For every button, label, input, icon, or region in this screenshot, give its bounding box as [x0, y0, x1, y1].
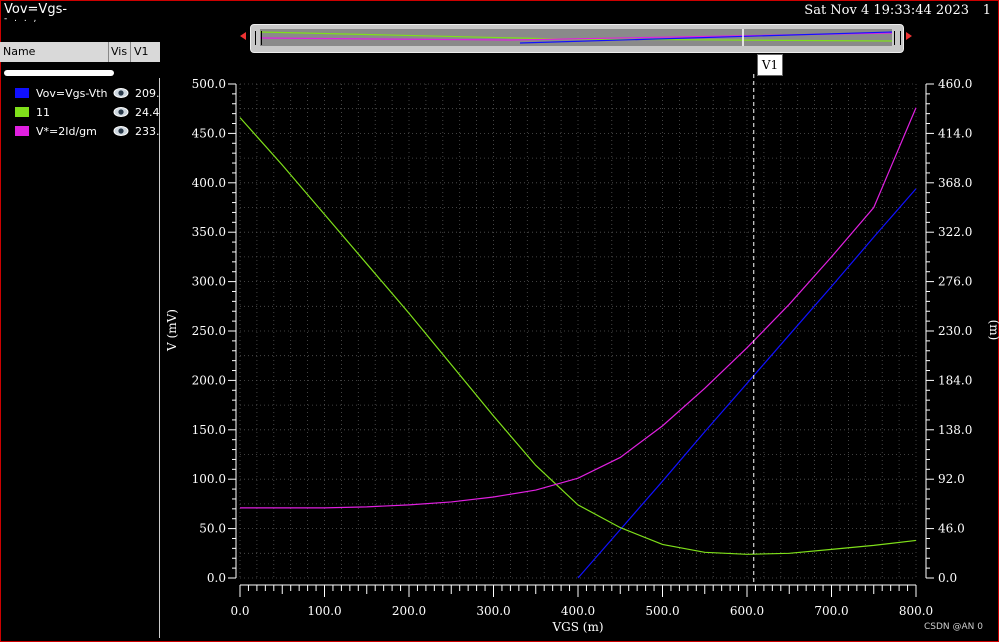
- y-left-tick-label: 500.0: [192, 77, 226, 91]
- y-left-tick-label: 200.0: [192, 373, 226, 387]
- y-right-tick-label: 460.0: [938, 77, 972, 91]
- y-right-tick-label: 46.0: [938, 522, 965, 536]
- x-tick-label: 200.0: [392, 604, 426, 618]
- series-line: [240, 107, 917, 509]
- x-tick-label: 400.0: [561, 604, 595, 618]
- x-axis-label: VGS (m): [551, 620, 603, 634]
- y-left-tick-label: 300.0: [192, 275, 226, 289]
- y-right-tick-label: 276.0: [938, 275, 972, 289]
- y-right-tick-label: 92.0: [938, 472, 965, 486]
- plot-grid: [239, 83, 917, 579]
- cursor-label[interactable]: V1: [757, 54, 783, 76]
- y-left-tick-label: 50.0: [199, 522, 226, 536]
- y-left-tick-label: 100.0: [192, 472, 226, 486]
- y-right-tick-label: 368.0: [938, 176, 972, 190]
- y-right-tick-label: 138.0: [938, 423, 972, 437]
- y-axis-left-label: V (mV): [165, 309, 179, 352]
- y-left-tick-label: 250.0: [192, 324, 226, 338]
- x-tick-label: 600.0: [730, 604, 764, 618]
- x-tick-label: 100.0: [307, 604, 341, 618]
- y-right-tick-label: 184.0: [938, 373, 972, 387]
- watermark: CSDN @AN 0: [924, 622, 983, 632]
- y-left-tick-label: 450.0: [192, 126, 226, 140]
- waveform-plot[interactable]: 0.0 100.0 200.0 300.0 400.0 500.0 600.0 700.0 80…: [0, 0, 999, 642]
- y-left-tick-label: 400.0: [192, 176, 226, 190]
- x-tick-label: 0.0: [230, 604, 249, 618]
- x-tick-label: 500.0: [645, 604, 679, 618]
- y-axis-right-label: (m): [987, 320, 999, 341]
- plot-axes: [235, 84, 927, 586]
- y-right-tick-label: 414.0: [938, 126, 972, 140]
- y-right-tick-label: 230.0: [938, 324, 972, 338]
- y-left-tick-label: 0.0: [207, 571, 226, 585]
- x-tick-label: 300.0: [476, 604, 510, 618]
- x-tick-label: 800.0: [899, 604, 933, 618]
- y-right-tick-label: 322.0: [938, 225, 972, 239]
- x-tick-label: 700.0: [814, 604, 848, 618]
- y-left-tick-label: 350.0: [192, 225, 226, 239]
- y-right-tick-label: 0.0: [938, 571, 957, 585]
- plot-series: [239, 107, 917, 579]
- y-left-tick-label: 150.0: [192, 423, 226, 437]
